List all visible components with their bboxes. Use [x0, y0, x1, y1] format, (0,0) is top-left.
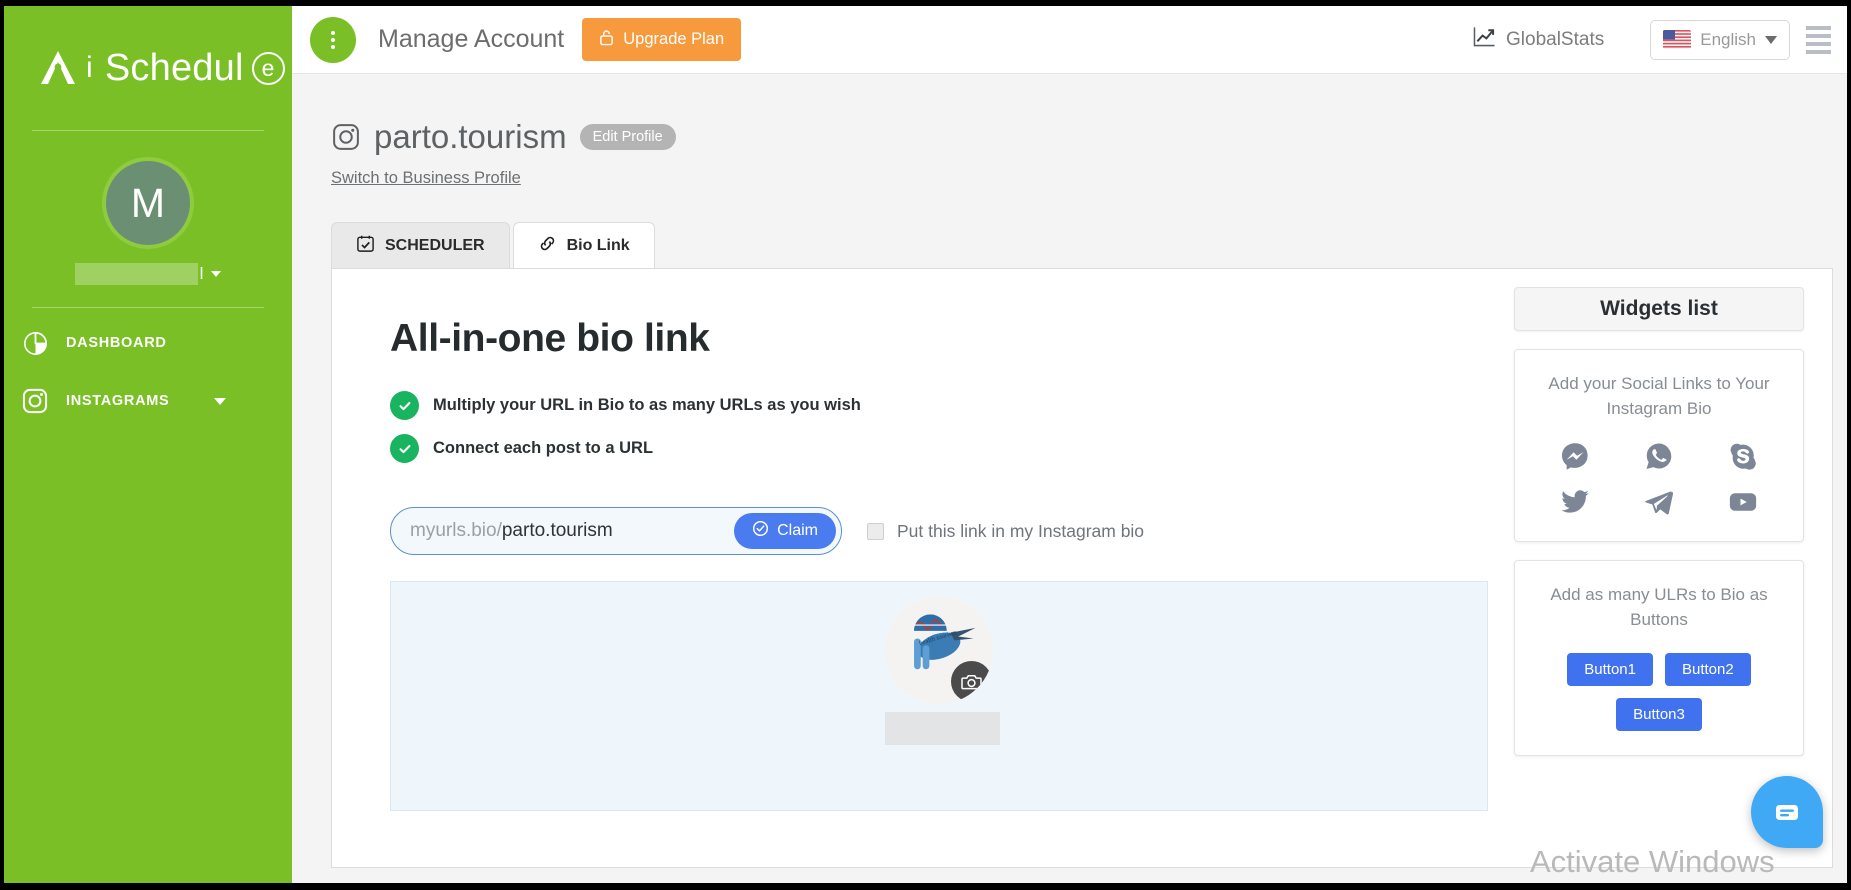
- twitter-icon[interactable]: [1560, 487, 1590, 517]
- account-header: parto.tourism Edit Profile Switch to Bus…: [292, 74, 1847, 188]
- widget-button-1[interactable]: Button1: [1567, 652, 1653, 686]
- sidebar-profile: M l: [4, 131, 292, 307]
- sidebar-item-dashboard[interactable]: DASHBOARD: [4, 314, 292, 372]
- skype-icon[interactable]: [1728, 441, 1758, 471]
- youtube-icon[interactable]: [1728, 487, 1758, 517]
- feature-label: Connect each post to a URL: [433, 439, 654, 457]
- bio-link-preview: health tourism: [390, 581, 1488, 811]
- telegram-icon[interactable]: [1644, 487, 1674, 517]
- window-frame-right: [1847, 0, 1851, 890]
- messenger-icon[interactable]: [1560, 441, 1590, 471]
- tab-scheduler[interactable]: SCHEDULER: [331, 222, 510, 268]
- globalstats-button[interactable]: GlobalStats: [1473, 26, 1604, 53]
- tab-label: SCHEDULER: [385, 236, 485, 254]
- bio-url-prefix: myurls.bio/: [410, 520, 502, 541]
- widget-social-links: Add your Social Links to Your Instagram …: [1514, 349, 1804, 543]
- put-link-checkbox[interactable]: [867, 522, 884, 540]
- parto-tourism-logo: health tourism: [885, 596, 993, 704]
- chevron-down-icon: [214, 397, 226, 405]
- widget-button-3[interactable]: Button3: [1616, 697, 1702, 731]
- window-frame-top: [0, 0, 1851, 6]
- upgrade-plan-label: Upgrade Plan: [623, 30, 725, 48]
- profile-name-tail: l: [199, 264, 204, 283]
- us-flag-icon: [1663, 30, 1692, 49]
- sidebar-item-label: DASHBOARD: [66, 335, 167, 351]
- instagram-outline-icon: [331, 122, 361, 152]
- camera-icon[interactable]: [951, 661, 992, 702]
- feature-label: Multiply your URL in Bio to as many URLs…: [433, 396, 861, 414]
- claim-button[interactable]: Claim: [734, 513, 836, 549]
- widget-button-2[interactable]: Button2: [1665, 652, 1751, 686]
- page-content: parto.tourism Edit Profile Switch to Bus…: [292, 74, 1847, 883]
- bio-link-main: All-in-one bio link Multiply your URL in…: [332, 269, 1514, 867]
- tab-bio-link[interactable]: Bio Link: [512, 222, 655, 268]
- widget-button-grid: Button1 Button2 Button3: [1533, 652, 1785, 731]
- language-selector[interactable]: English: [1650, 19, 1790, 60]
- window-frame-bottom: [0, 883, 1851, 890]
- chevron-down-icon: [1765, 35, 1777, 44]
- check-circle-icon: [752, 520, 769, 542]
- check-icon: [390, 391, 419, 420]
- put-link-label: Put this link in my Instagram bio: [897, 520, 1145, 541]
- widget-title: Add as many ULRs to Bio as Buttons: [1550, 585, 1768, 629]
- sidebar-nav: DASHBOARD INSTAGRAMS: [4, 308, 292, 430]
- upgrade-plan-button[interactable]: Upgrade Plan: [582, 18, 742, 61]
- calendar-check-icon: [356, 234, 375, 258]
- pie-chart-icon: [14, 330, 56, 357]
- kebab-menu-icon[interactable]: [310, 16, 356, 63]
- bio-url-value: parto.tourism: [501, 520, 613, 541]
- chart-line-icon: [1473, 26, 1496, 53]
- avatar: M: [102, 157, 194, 249]
- bio-url-input[interactable]: myurls.bio/ parto.tourism Claim: [390, 507, 842, 555]
- logo-text: Schedul: [104, 46, 244, 89]
- preview-avatar-wrap: health tourism: [885, 596, 1000, 810]
- link-chain-icon: [538, 234, 557, 258]
- tab-bar: SCHEDULER Bio Link: [331, 222, 1847, 268]
- social-icon-grid: [1533, 441, 1785, 517]
- switch-to-business-profile-link[interactable]: Switch to Business Profile: [331, 169, 521, 188]
- sidebar-item-label: INSTAGRAMS: [66, 393, 170, 409]
- claim-url-row: myurls.bio/ parto.tourism Claim Put this…: [390, 507, 1514, 555]
- widgets-list-heading: Widgets list: [1514, 287, 1804, 331]
- feature-item: Multiply your URL in Bio to as many URLs…: [390, 391, 1514, 420]
- widget-url-buttons: Add as many ULRs to Bio as Buttons Butto…: [1514, 560, 1804, 756]
- top-bar: Manage Account Upgrade Plan GlobalStats: [292, 6, 1847, 74]
- bio-link-headline: All-in-one bio link: [390, 317, 710, 360]
- profile-name-redacted: [74, 263, 198, 285]
- sidebar-item-instagrams[interactable]: INSTAGRAMS: [4, 372, 292, 430]
- logo-i: i: [86, 51, 93, 84]
- widgets-panel: Widgets list Add your Social Links to Yo…: [1514, 269, 1814, 867]
- chevron-down-icon: [211, 271, 222, 277]
- edit-profile-button[interactable]: Edit Profile: [579, 124, 676, 150]
- sidebar: i Schedul e M l DASHBOARD INSTAGRAMS: [4, 6, 292, 883]
- globalstats-label: GlobalStats: [1506, 28, 1605, 50]
- logo-e-mark: e: [251, 51, 285, 85]
- preview-name-placeholder: [885, 712, 1000, 745]
- bio-link-card: All-in-one bio link Multiply your URL in…: [331, 268, 1833, 868]
- ai-logo-icon: [41, 51, 75, 84]
- account-username: parto.tourism: [374, 118, 567, 155]
- app-root: i Schedul e M l DASHBOARD INSTAGRAMS Man…: [0, 0, 1851, 890]
- page-title: Manage Account: [378, 25, 565, 53]
- widget-title: Add your Social Links to Your Instagram …: [1548, 374, 1770, 418]
- tab-label: Bio Link: [566, 236, 630, 254]
- check-icon: [390, 434, 419, 463]
- feature-item: Connect each post to a URL: [390, 434, 1514, 463]
- lock-icon: [599, 29, 614, 51]
- window-frame-left: [0, 0, 4, 890]
- put-link-option[interactable]: Put this link in my Instagram bio: [867, 521, 1144, 542]
- app-logo[interactable]: i Schedul e: [4, 6, 292, 130]
- claim-label: Claim: [777, 522, 818, 539]
- instagram-icon: [14, 387, 56, 415]
- chat-bubble-icon[interactable]: [1751, 776, 1823, 848]
- list-menu-icon[interactable]: [1806, 25, 1831, 54]
- profile-name-dropdown[interactable]: l: [74, 263, 222, 285]
- whatsapp-icon[interactable]: [1644, 441, 1674, 471]
- language-label: English: [1700, 29, 1756, 49]
